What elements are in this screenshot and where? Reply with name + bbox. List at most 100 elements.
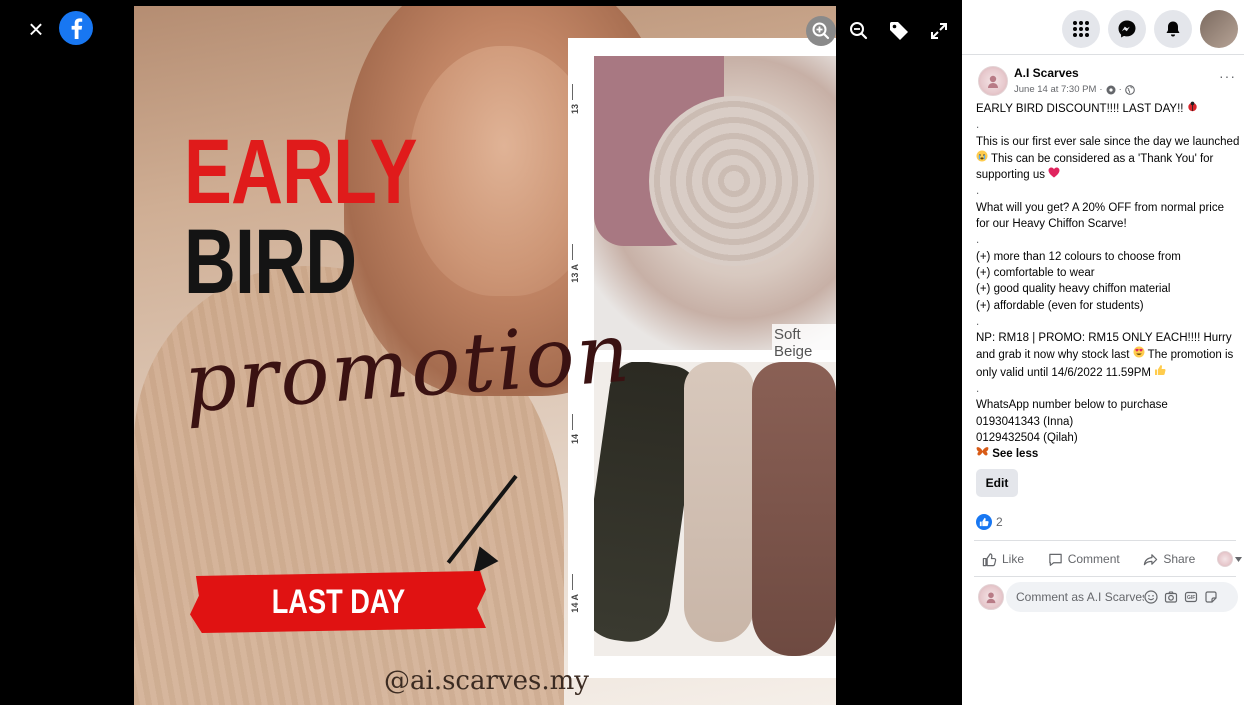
- size-mark: 14 A: [570, 594, 580, 613]
- edit-button[interactable]: Edit: [976, 469, 1018, 497]
- divider: [974, 576, 1236, 577]
- like-reaction-icon: [976, 514, 992, 530]
- scarf-photo-knots: [594, 362, 836, 656]
- phone-number: 0193041343 (Inna): [976, 415, 1074, 428]
- audience-selector[interactable]: [1217, 551, 1242, 567]
- menu-grid-icon: [1073, 21, 1089, 37]
- fullscreen-button[interactable]: [926, 18, 952, 44]
- meta-separator: ·: [1099, 84, 1103, 95]
- size-arrow: [572, 244, 573, 260]
- beige-scarf-roll: [649, 96, 819, 266]
- zoom-out-button[interactable]: [846, 18, 872, 44]
- commenter-avatar[interactable]: [978, 584, 1004, 610]
- last-day-banner: LAST DAY: [190, 571, 486, 633]
- post-actions: Like Comment Share: [976, 546, 1242, 572]
- last-day-text: LAST DAY: [271, 582, 405, 621]
- ladybug-emoji-icon: [1187, 101, 1197, 112]
- page-logo-icon: [988, 75, 998, 88]
- divider: [974, 540, 1236, 541]
- menu-button[interactable]: [1062, 10, 1100, 48]
- gif-icon[interactable]: GIF: [1184, 590, 1198, 604]
- zoom-in-button[interactable]: [806, 16, 836, 46]
- post-panel: A.I Scarves June 14 at 7:30 PM · · ··· E…: [962, 0, 1244, 705]
- photo-viewer: × 13 13 A 14 14 A Soft Beige EARLY BIRD …: [0, 0, 962, 705]
- post-text: EARLY BIRD DISCOUNT!!!! LAST DAY!! . Thi…: [976, 101, 1240, 463]
- post-line: EARLY BIRD DISCOUNT!!!! LAST DAY!!: [976, 101, 1240, 117]
- share-arrow-icon: [1144, 553, 1158, 565]
- color-label: Soft Beige: [772, 324, 836, 362]
- instagram-handle: @ai.scarves.my: [384, 666, 589, 696]
- like-button[interactable]: Like: [982, 552, 1048, 567]
- profile-avatar[interactable]: [1200, 10, 1238, 48]
- reaction-count: 2: [996, 515, 1003, 529]
- headline-bird: BIRD: [184, 211, 357, 313]
- scarf-photo-roll: [594, 56, 836, 350]
- svg-text:GIF: GIF: [1187, 595, 1195, 601]
- caret-down-icon: [1235, 556, 1242, 562]
- brown-scarf: [752, 362, 836, 656]
- comment-box[interactable]: GIF: [1006, 582, 1238, 612]
- share-label: Share: [1163, 552, 1196, 566]
- share-button[interactable]: Share: [1143, 552, 1217, 567]
- meta-separator: ·: [1118, 84, 1122, 95]
- zoom-out-icon: [850, 22, 868, 40]
- post-line: WhatsApp number below to purchase: [976, 399, 1168, 412]
- settings-gear-icon[interactable]: [1106, 85, 1116, 95]
- fullscreen-icon: [931, 23, 947, 39]
- thumbs-up-icon: [982, 552, 997, 566]
- comment-label: Comment: [1067, 552, 1120, 566]
- comment-bubble-icon: [1048, 553, 1062, 566]
- line-break-dot: .: [976, 185, 980, 198]
- line-break-dot: .: [976, 234, 980, 247]
- more-options-button[interactable]: ···: [1219, 68, 1236, 84]
- post-line: NP: RM18 | PROMO: RM15 ONLY EACH!!!! Hur…: [976, 332, 1234, 379]
- emoji-smiley-icon[interactable]: [1144, 590, 1158, 604]
- page-avatar-small: [1217, 551, 1233, 567]
- beige-scarf: [684, 362, 754, 642]
- notifications-button[interactable]: [1154, 10, 1192, 48]
- notifications-bell-icon: [1166, 21, 1180, 37]
- sticker-icon[interactable]: [1204, 590, 1218, 604]
- size-mark: 13 A: [570, 264, 580, 283]
- see-less-link[interactable]: See less: [992, 448, 1038, 460]
- tag-button[interactable]: [886, 18, 912, 44]
- camera-icon[interactable]: [1164, 590, 1178, 604]
- post-timestamp[interactable]: June 14 at 7:30 PM: [1014, 84, 1096, 95]
- messenger-button[interactable]: [1108, 10, 1146, 48]
- phone-number: 0129432504 (Qilah): [976, 431, 1078, 444]
- comment-tools: GIF: [1144, 590, 1218, 604]
- comment-button[interactable]: Comment: [1048, 552, 1144, 567]
- divider: [962, 54, 1244, 55]
- crying-face-emoji-icon: [976, 150, 988, 162]
- heart-eyes-emoji-icon: [1133, 346, 1145, 358]
- butterfly-emoji-icon: [976, 447, 989, 456]
- top-nav: [1062, 10, 1238, 48]
- post-photo: 13 13 A 14 14 A Soft Beige EARLY BIRD pr…: [134, 6, 836, 705]
- like-label: Like: [1002, 552, 1025, 566]
- see-less-row: See less: [976, 446, 1240, 462]
- line-break-dot: .: [976, 315, 980, 328]
- feature-bullet: (+) good quality heavy chiffon material: [976, 283, 1171, 296]
- facebook-logo-icon[interactable]: [58, 10, 94, 46]
- feature-bullet: (+) comfortable to wear: [976, 266, 1095, 279]
- feature-bullet: (+) more than 12 colours to choose from: [976, 250, 1181, 263]
- thumbs-up-emoji-icon: [1155, 364, 1166, 375]
- line-break-dot: .: [976, 119, 980, 132]
- heart-emoji-icon: [1048, 167, 1060, 178]
- tag-icon: [890, 22, 908, 40]
- headline-early: EARLY: [184, 121, 418, 223]
- line-break-dot: .: [976, 383, 980, 396]
- size-arrow: [572, 414, 573, 430]
- page-logo-icon: [986, 592, 996, 604]
- comment-input[interactable]: [1016, 590, 1144, 604]
- page-name-link[interactable]: A.I Scarves: [1014, 66, 1079, 80]
- size-mark: 13: [570, 104, 580, 115]
- page-avatar[interactable]: [978, 66, 1008, 96]
- post-header: A.I Scarves June 14 at 7:30 PM · · ···: [974, 64, 1236, 100]
- close-button[interactable]: ×: [22, 16, 50, 44]
- size-mark: 14: [570, 434, 580, 445]
- reaction-summary[interactable]: 2: [976, 514, 1003, 530]
- messenger-icon: [1118, 20, 1136, 38]
- size-arrow: [572, 574, 573, 590]
- globe-icon[interactable]: [1124, 84, 1135, 95]
